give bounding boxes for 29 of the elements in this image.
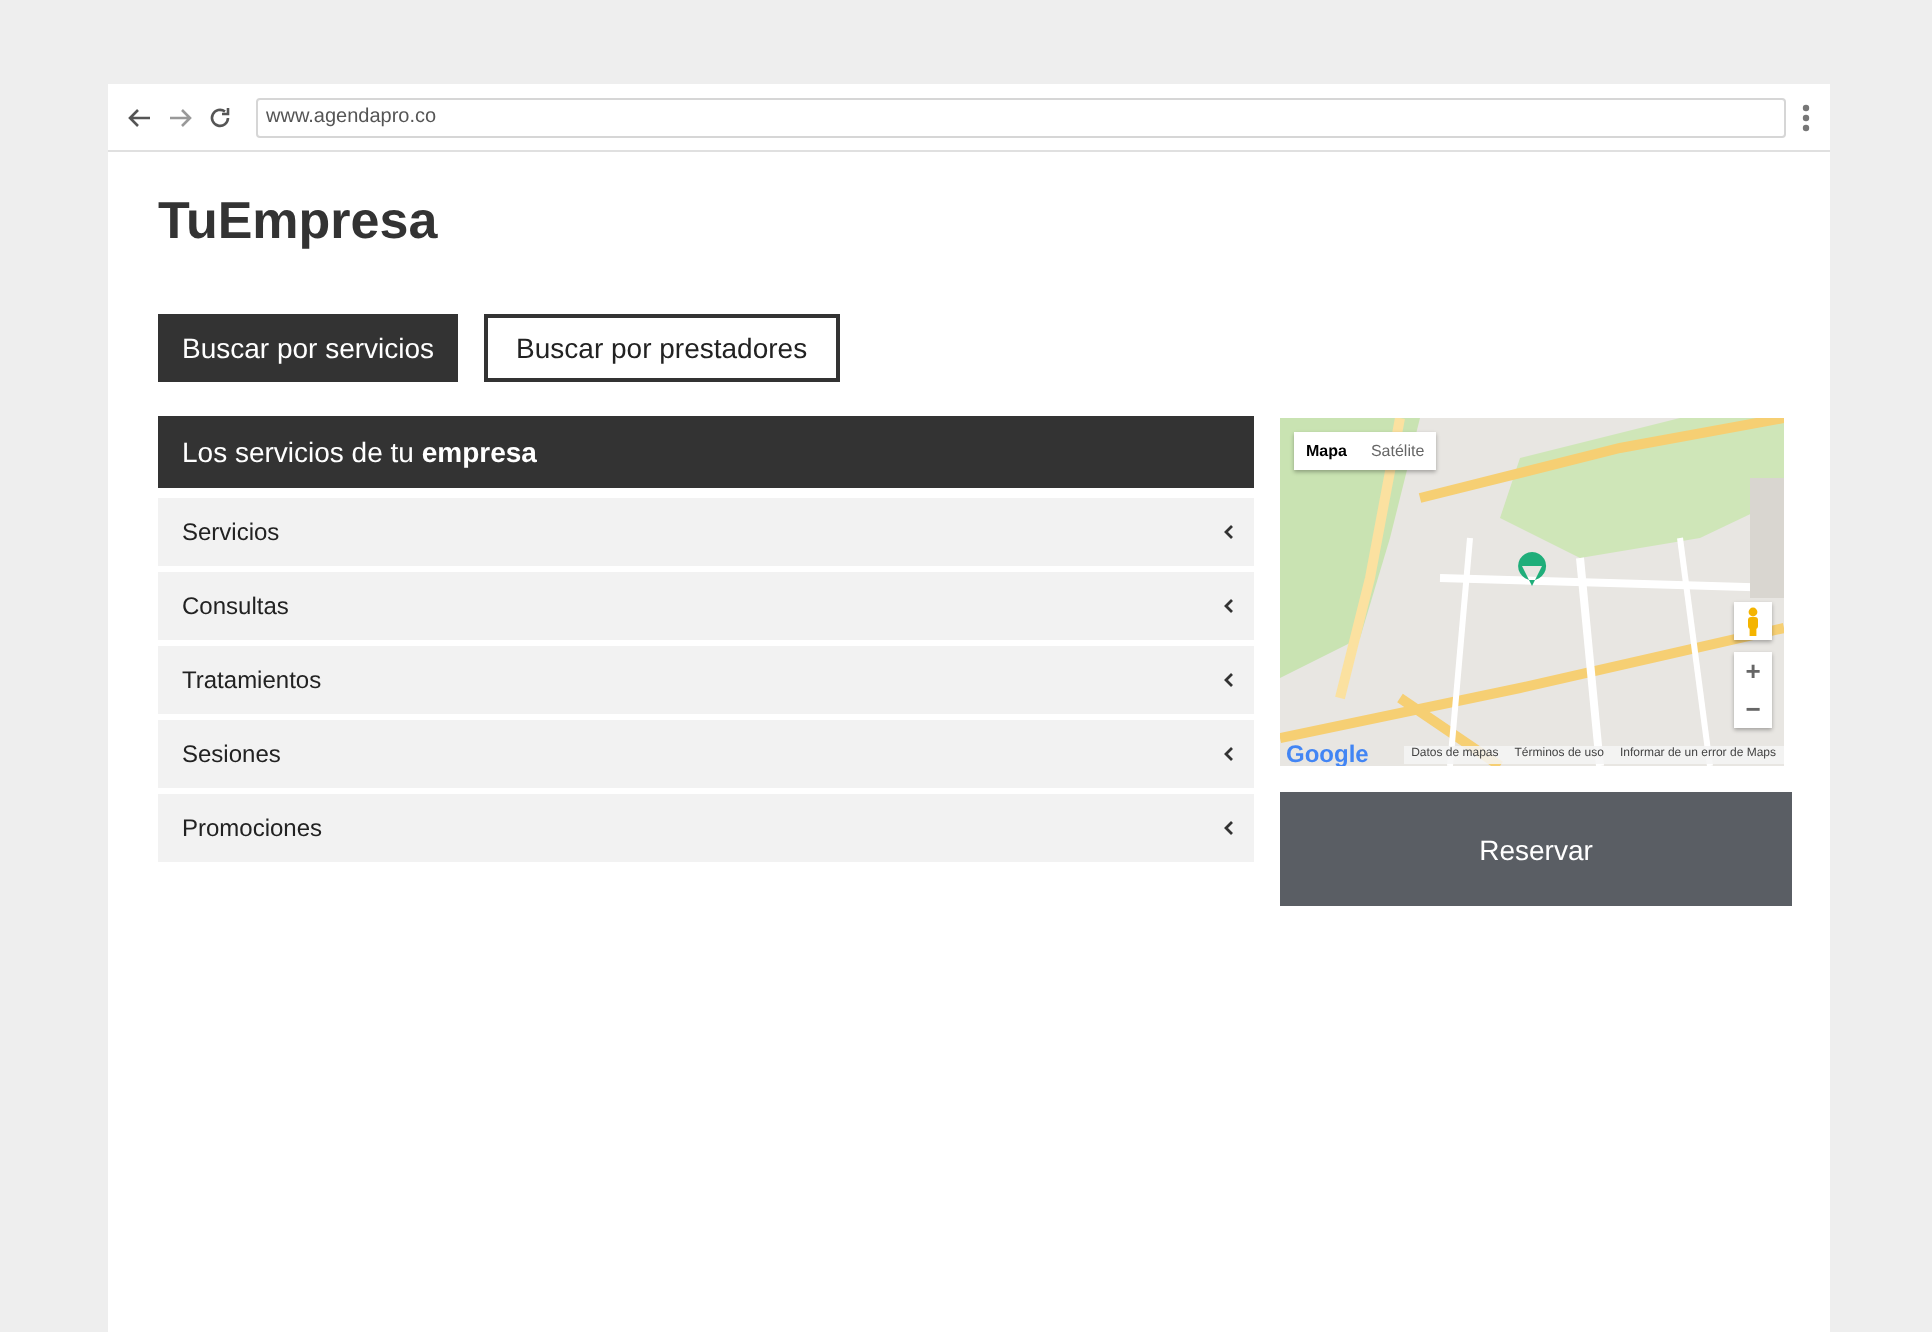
search-tab[interactable]: Buscar por servicios bbox=[158, 314, 459, 382]
service-category-row[interactable]: Promociones bbox=[158, 794, 1254, 862]
service-category-row[interactable]: Consultas bbox=[158, 572, 1254, 640]
reload-icon[interactable] bbox=[208, 105, 232, 129]
chevron-icon bbox=[1224, 524, 1234, 540]
address-bar[interactable]: www.agendapro.co bbox=[256, 97, 1786, 137]
service-category-row[interactable]: Tratamientos bbox=[158, 646, 1254, 714]
company-title: TuEmpresa bbox=[158, 188, 440, 252]
category-label: Sesiones bbox=[182, 740, 281, 768]
service-category-row[interactable]: Sesiones bbox=[158, 720, 1254, 788]
back-icon[interactable] bbox=[128, 107, 152, 127]
services-heading: Los servicios de tu empresa bbox=[182, 436, 537, 468]
category-label: Servicios bbox=[182, 518, 280, 546]
reserve-button[interactable]: Reservar bbox=[1280, 792, 1792, 906]
chevron-icon bbox=[1224, 820, 1234, 836]
search-tab[interactable]: Buscar por prestadores bbox=[484, 314, 840, 382]
category-label: Tratamientos bbox=[182, 666, 322, 694]
chevron-icon bbox=[1224, 672, 1234, 688]
map-type-button[interactable]: Satélite bbox=[1358, 432, 1437, 470]
menu-icon[interactable] bbox=[1802, 103, 1810, 131]
category-label: Consultas bbox=[182, 592, 289, 620]
forward-icon[interactable] bbox=[168, 107, 192, 127]
zoom-out-button[interactable]: − bbox=[1734, 690, 1772, 728]
map-type-button[interactable]: Mapa bbox=[1294, 432, 1359, 470]
service-category-row[interactable]: Servicios bbox=[158, 498, 1254, 566]
zoom-in-button[interactable]: + bbox=[1734, 652, 1772, 690]
chevron-icon bbox=[1224, 598, 1234, 614]
category-label: Promociones bbox=[182, 814, 323, 842]
chevron-icon bbox=[1224, 746, 1234, 762]
